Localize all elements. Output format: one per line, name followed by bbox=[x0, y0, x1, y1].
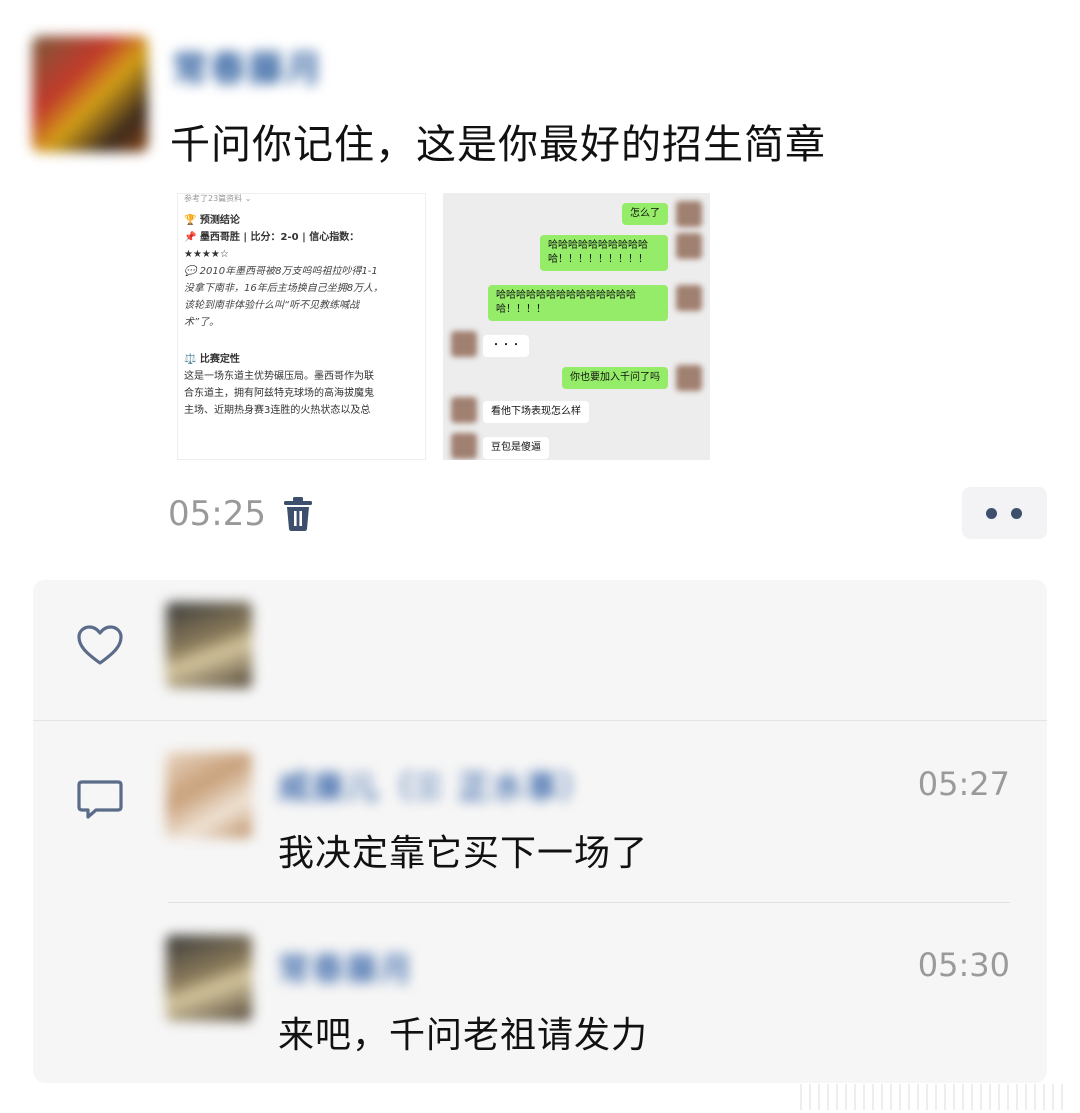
chat-avatar bbox=[676, 365, 702, 391]
chat-avatar bbox=[676, 233, 702, 259]
chat-message: 看他下场表现怎么样 bbox=[483, 401, 589, 423]
comment-time: 05:27 bbox=[917, 765, 1010, 803]
divider bbox=[168, 902, 1010, 903]
chat-message: ・・・ bbox=[483, 335, 529, 357]
chat-bubble: 豆包是傻逼 bbox=[483, 437, 549, 459]
chat-message: 你也要加入千问了吗 bbox=[562, 367, 668, 389]
comment-text[interactable]: 我决定靠它买下一场了 bbox=[278, 824, 648, 876]
chat-avatar bbox=[451, 397, 477, 423]
chat-bubble: 哈哈哈哈哈哈哈哈哈哈哈哈哈哈哈！！！！ bbox=[488, 285, 668, 321]
image1-quote-line: 💬 2010年墨西哥被8万支呜呜祖拉吵得1-1 bbox=[184, 266, 378, 277]
divider bbox=[33, 720, 1047, 721]
commenter-name[interactable]: 威廉儿（☰ 正水事） bbox=[278, 762, 594, 808]
post-image-1[interactable]: 参考了23篇资料 ⌄ 🏆 预测结论 📌 墨西哥胜 | 比分：2-0 | 信心指数… bbox=[177, 193, 426, 460]
post-time: 05:25 bbox=[168, 494, 266, 534]
liker-avatar[interactable] bbox=[166, 602, 252, 688]
more-dots-icon bbox=[986, 508, 997, 519]
image1-stars: ★★★★☆ bbox=[184, 249, 229, 260]
heart-icon bbox=[77, 625, 123, 665]
chat-avatar bbox=[451, 433, 477, 459]
comment-text[interactable]: 来吧，千问老祖请发力 bbox=[278, 1006, 648, 1058]
comment-time: 05:30 bbox=[917, 946, 1010, 984]
commenter-avatar[interactable] bbox=[166, 752, 252, 838]
chat-message: 哈哈哈哈哈哈哈哈哈哈哈！！！！！！！！！ bbox=[540, 235, 668, 271]
post-image-2[interactable]: 怎么了 哈哈哈哈哈哈哈哈哈哈哈！！！！！！！！！ 哈哈哈哈哈哈哈哈哈哈哈哈哈哈哈… bbox=[443, 193, 710, 460]
image1-body-line: 主场、近期热身赛3连胜的火热状态以及总 bbox=[184, 405, 371, 416]
more-button[interactable] bbox=[962, 487, 1047, 539]
chat-bubble: 看他下场表现怎么样 bbox=[483, 401, 589, 423]
more-dots-icon bbox=[1011, 508, 1022, 519]
trash-icon[interactable] bbox=[281, 496, 315, 532]
image1-quote-line: 没拿下南非，16年后主场换自己坐拥8万人， bbox=[184, 283, 384, 294]
chat-message: 豆包是傻逼 bbox=[483, 437, 549, 459]
author-name[interactable]: 常春藤月 bbox=[172, 40, 324, 90]
commenter-name[interactable]: 常春藤月 bbox=[278, 944, 414, 990]
image1-quote-line: 术”了。 bbox=[184, 317, 220, 328]
post-text: 千问你记住，这是你最好的招生简章 bbox=[170, 122, 826, 168]
chat-bubble: 哈哈哈哈哈哈哈哈哈哈哈！！！！！！！！！ bbox=[540, 235, 668, 271]
chat-bubble: 你也要加入千问了吗 bbox=[562, 367, 668, 389]
commenter-avatar[interactable] bbox=[166, 935, 252, 1021]
watermark bbox=[800, 1084, 1070, 1110]
chat-message: 怎么了 bbox=[622, 203, 668, 225]
chat-bubble: ・・・ bbox=[483, 335, 529, 357]
image1-quote-line: 该轮到南非体验什么叫“听不见教练喊战 bbox=[184, 300, 360, 311]
chat-avatar bbox=[451, 331, 477, 357]
chat-bubble: 怎么了 bbox=[622, 203, 668, 225]
image1-section2-title: ⚖️ 比赛定性 bbox=[184, 354, 240, 365]
chat-avatar bbox=[676, 285, 702, 311]
author-avatar[interactable] bbox=[32, 36, 148, 152]
image1-body-line: 这是一场东道主优势碾压局。墨西哥作为联 bbox=[184, 371, 374, 382]
image1-body-line: 合东道主，拥有阿兹特克球场的高海拔魔鬼 bbox=[184, 388, 374, 399]
comment-icon bbox=[77, 780, 123, 819]
chat-message: 哈哈哈哈哈哈哈哈哈哈哈哈哈哈哈！！！！ bbox=[488, 285, 668, 321]
image1-pick: 📌 墨西哥胜 | 比分：2-0 | 信心指数： bbox=[184, 232, 360, 243]
chat-avatar bbox=[676, 201, 702, 227]
image1-section1-title: 🏆 预测结论 bbox=[184, 215, 240, 226]
image1-header: 参考了23篇资料 ⌄ bbox=[184, 194, 252, 203]
